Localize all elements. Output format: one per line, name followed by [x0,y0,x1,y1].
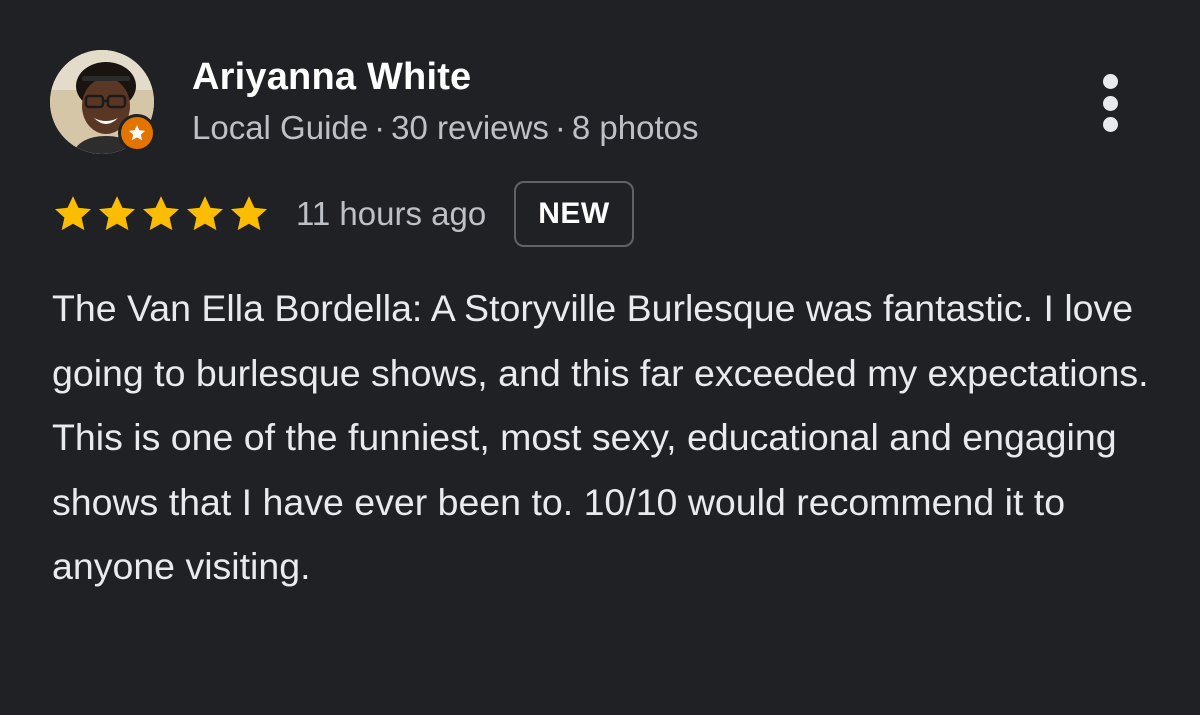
new-badge: NEW [514,181,634,247]
review-card: Ariyanna White Local Guide · 30 reviews · 8 … [0,0,1200,715]
star-icon [142,196,180,231]
star-icon [230,196,268,231]
photo-count: 8 photos [571,109,699,146]
dot [1102,117,1118,132]
star-icon [54,196,92,231]
separator: · [374,109,386,146]
guide-level: Local Guide [192,109,369,146]
author-avatar[interactable] [50,50,156,154]
dot [1102,95,1118,111]
star-icon [128,125,146,141]
star-rating [52,193,272,235]
star-icon [98,196,136,231]
separator: · [554,109,566,146]
review-timestamp: 11 hours ago [296,195,487,232]
review-text: The Van Ella Bordella: A Storyville Burl… [52,287,1149,587]
author-meta[interactable]: Local Guide · 30 reviews · 8 photos [192,108,698,148]
local-guide-badge-icon [118,114,156,152]
star-icon [186,196,224,231]
dot [1102,74,1118,89]
more-options-icon[interactable] [1088,68,1132,138]
author-name[interactable]: Ariyanna White [192,54,471,100]
rating-row: 11 hours ago NEW [52,178,634,250]
review-count: 30 reviews [391,109,549,146]
